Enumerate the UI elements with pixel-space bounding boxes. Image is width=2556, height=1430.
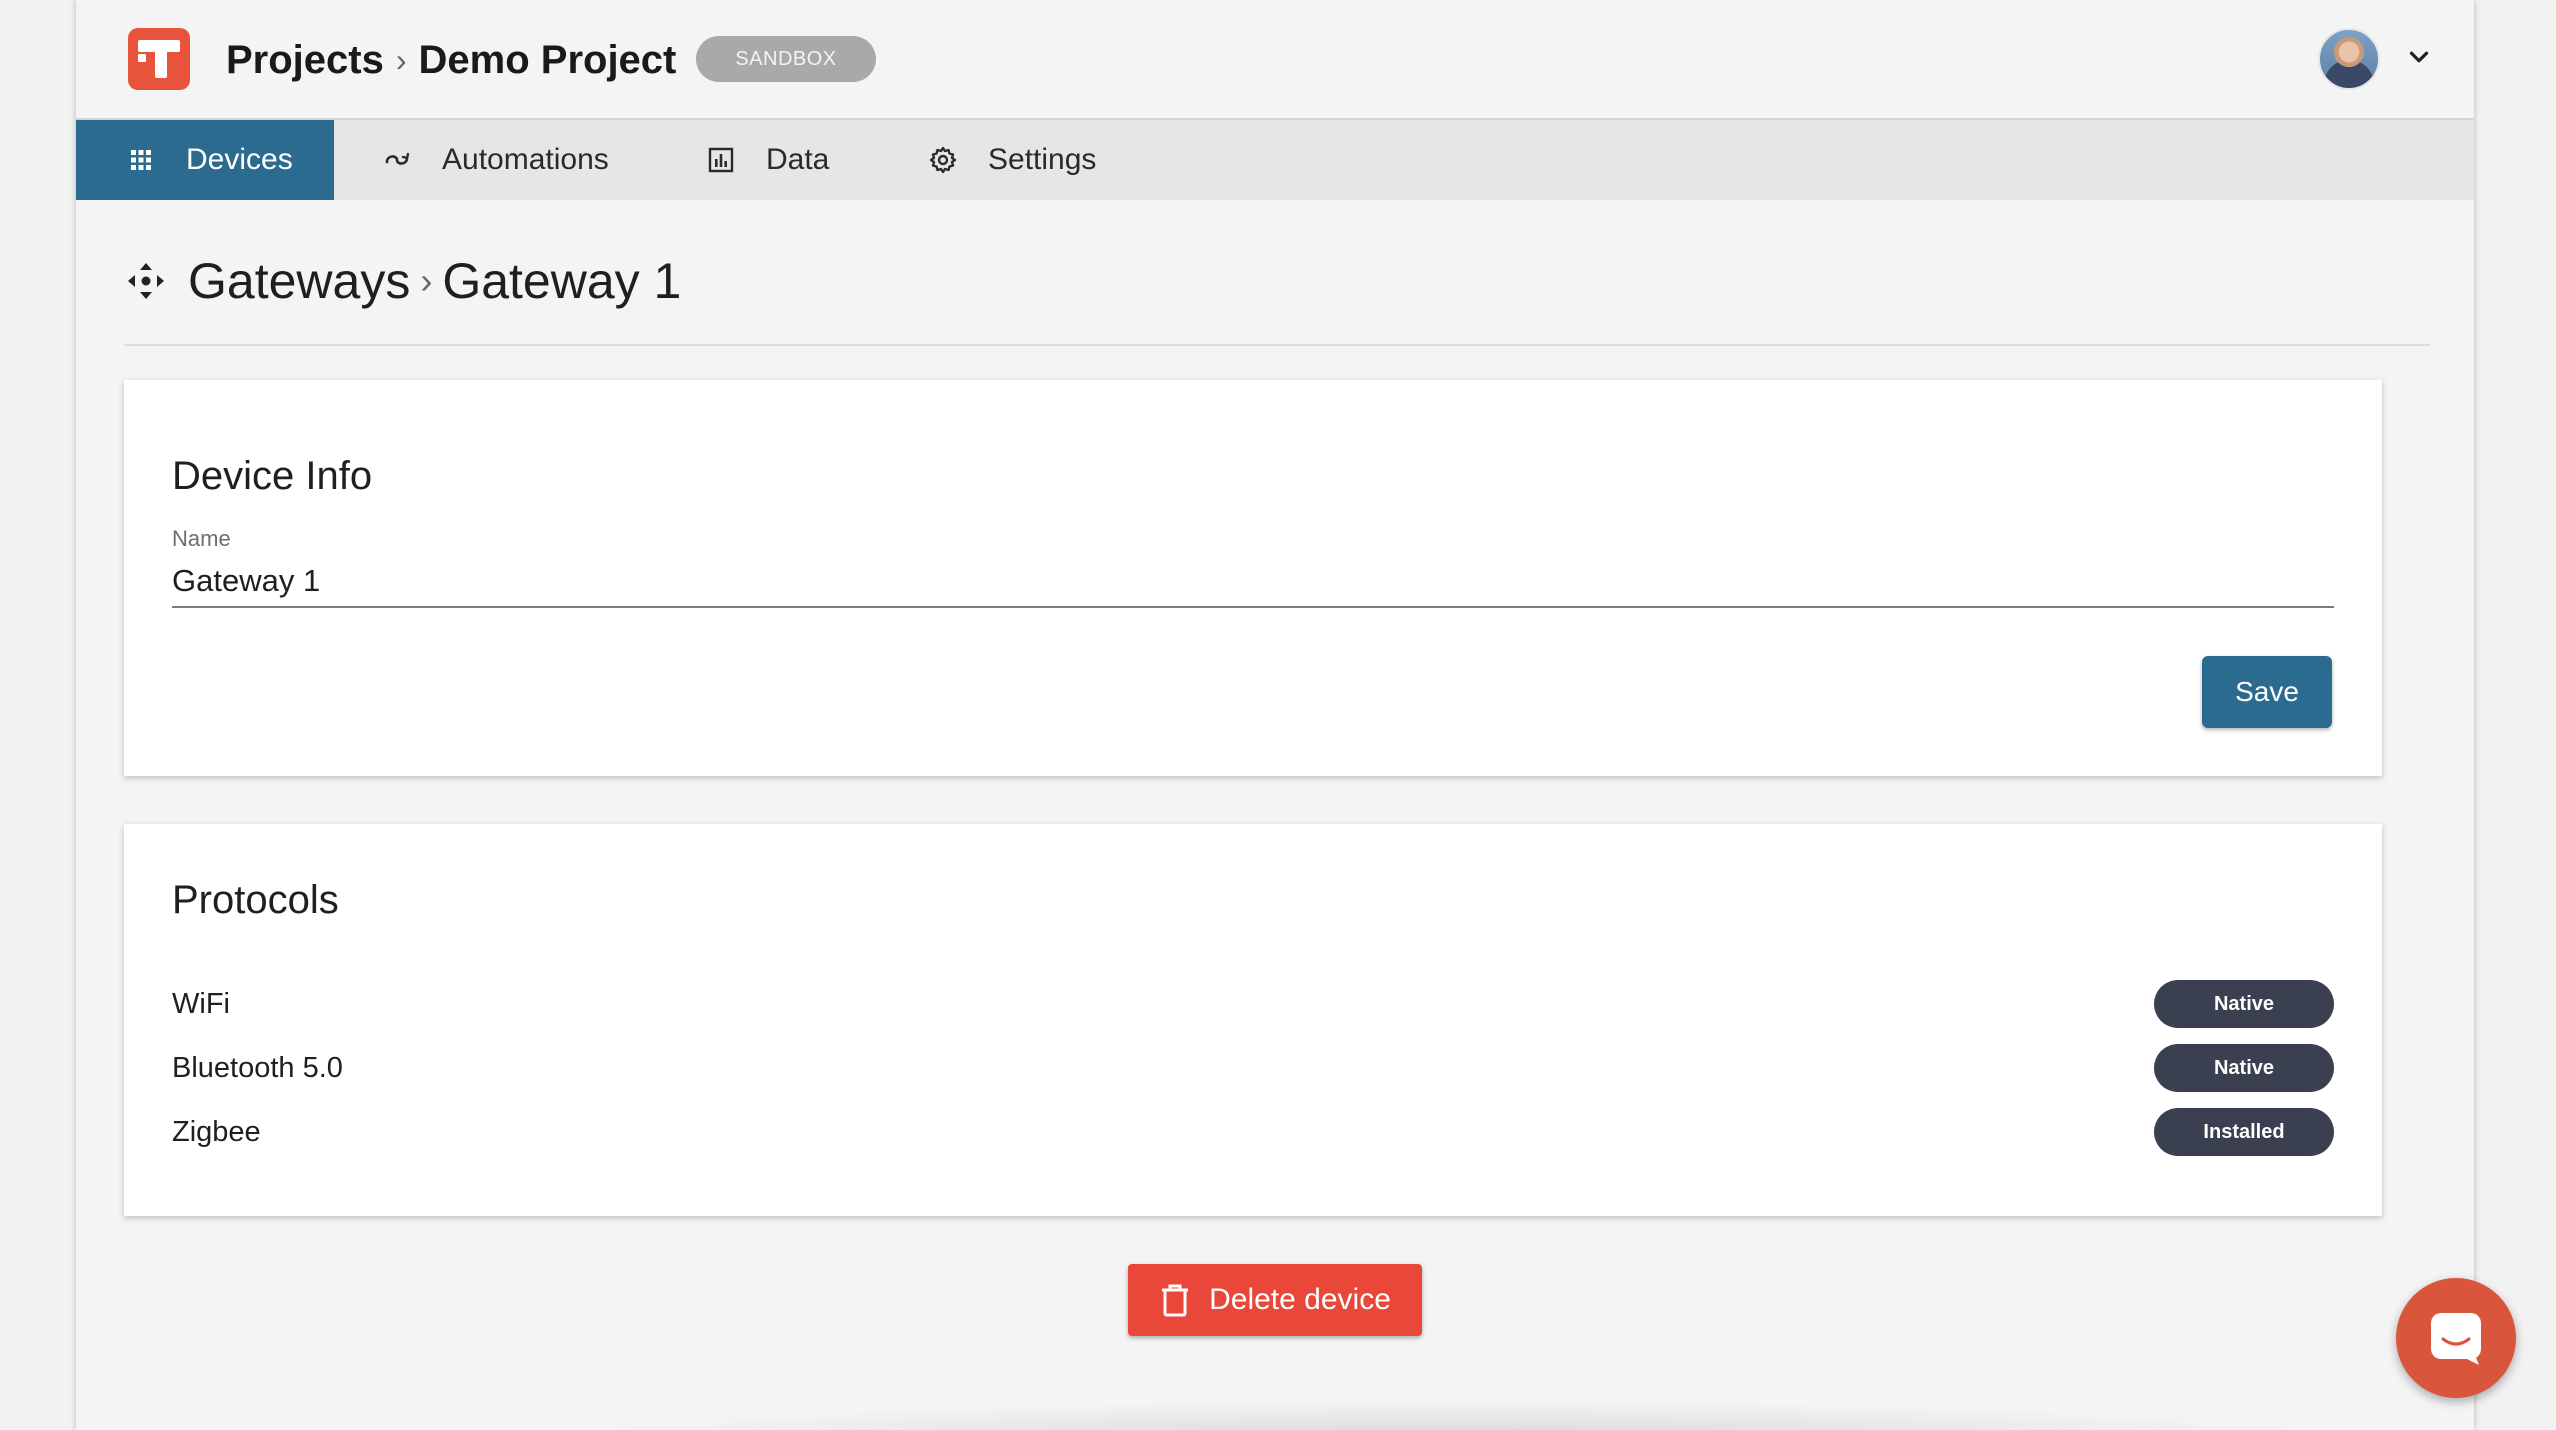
main-nav: Devices Automations Data Settings <box>76 120 2474 200</box>
delete-button-label: Delete device <box>1209 1283 1391 1316</box>
chat-icon <box>2431 1313 2481 1365</box>
tab-automations[interactable]: Automations <box>382 120 609 200</box>
user-avatar[interactable] <box>2318 28 2380 90</box>
chevron-down-icon[interactable] <box>2404 42 2434 72</box>
chat-launcher-button[interactable] <box>2396 1278 2516 1398</box>
card-title: Device Info <box>172 454 373 498</box>
tab-settings[interactable]: Settings <box>928 120 1096 200</box>
breadcrumb-separator: › <box>395 41 407 78</box>
protocol-name: Zigbee <box>172 1116 261 1148</box>
tab-label: Automations <box>442 143 609 176</box>
gear-icon <box>928 145 958 175</box>
card-title: Protocols <box>172 878 339 922</box>
breadcrumb-project-name[interactable]: Demo Project <box>419 38 677 83</box>
move-arrows-icon <box>128 263 164 299</box>
grid-icon <box>126 145 156 175</box>
protocol-row: Bluetooth 5.0 Native <box>172 1044 2334 1092</box>
breadcrumb-gateways-link[interactable]: Gateways <box>188 252 410 310</box>
name-field[interactable] <box>172 556 2334 608</box>
protocol-name: WiFi <box>172 988 230 1020</box>
breadcrumb-separator: › <box>420 260 433 301</box>
protocol-name: Bluetooth 5.0 <box>172 1052 343 1084</box>
protocol-status-badge: Native <box>2154 980 2334 1028</box>
breadcrumb-projects-link[interactable]: Projects <box>226 38 384 83</box>
tab-label: Settings <box>988 143 1097 176</box>
project-breadcrumb: Projects › Demo Project <box>226 30 676 90</box>
protocol-status-badge: Installed <box>2154 1108 2334 1156</box>
protocol-row: Zigbee Installed <box>172 1108 2334 1156</box>
tab-label: Devices <box>186 143 293 176</box>
page-title: Gateway 1 <box>442 253 682 309</box>
tab-devices[interactable]: Devices <box>76 120 334 200</box>
environment-badge: SANDBOX <box>696 36 876 82</box>
protocol-row: WiFi Native <box>172 980 2334 1028</box>
page-breadcrumb: Gateways › Gateway 1 <box>126 246 681 316</box>
chart-icon <box>706 145 736 175</box>
divider <box>124 344 2430 346</box>
device-info-card: Device Info Name Save <box>124 380 2382 776</box>
tab-label: Data <box>766 143 830 176</box>
save-button[interactable]: Save <box>2202 656 2332 728</box>
protocols-card: Protocols WiFi Native Bluetooth 5.0 Nati… <box>124 824 2382 1216</box>
tab-data[interactable]: Data <box>706 120 829 200</box>
name-field-label: Name <box>172 526 231 551</box>
delete-device-button[interactable]: Delete device <box>1128 1264 1422 1336</box>
brand-logo-icon[interactable] <box>128 28 190 90</box>
bottom-card-shadow <box>556 1400 2356 1430</box>
automation-icon <box>382 145 412 175</box>
protocol-status-badge: Native <box>2154 1044 2334 1092</box>
top-header: Projects › Demo Project SANDBOX <box>76 0 2474 120</box>
trash-icon <box>1162 1284 1189 1317</box>
app-window: Projects › Demo Project SANDBOX Devices <box>76 0 2474 1430</box>
